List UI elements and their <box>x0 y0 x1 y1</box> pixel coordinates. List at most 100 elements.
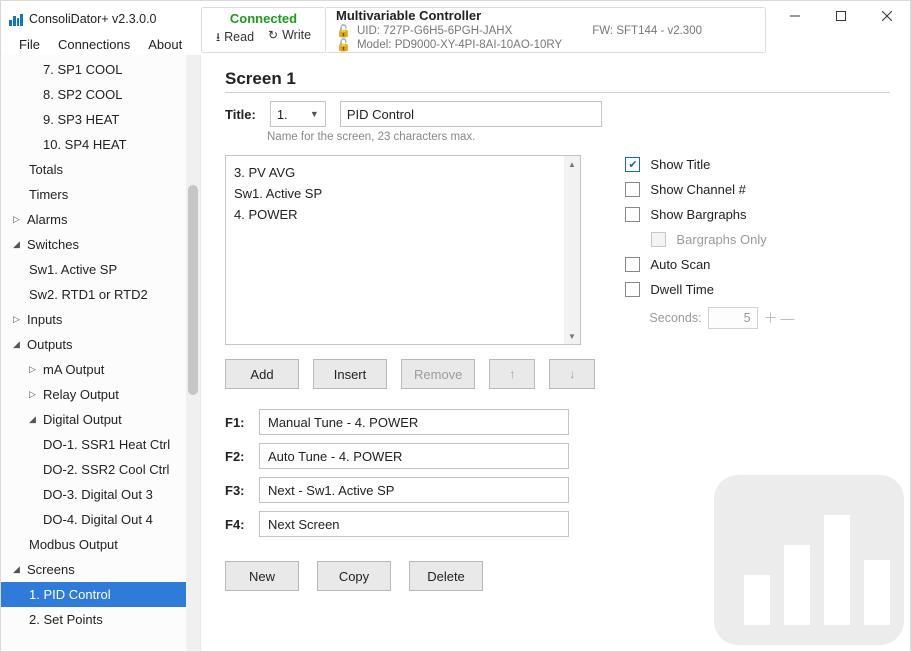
show-title-checkbox[interactable]: ✔ <box>625 157 640 172</box>
tree-item[interactable]: ◢Screens <box>1 557 186 582</box>
background-bars-icon <box>714 475 904 645</box>
tree-item-label: Outputs <box>27 337 73 352</box>
arrow-up-icon: ↑ <box>509 367 515 381</box>
f1-select[interactable]: Manual Tune - 4. POWER <box>259 409 569 435</box>
device-name: Multivariable Controller <box>336 8 755 23</box>
menu-connections[interactable]: Connections <box>50 33 138 56</box>
tree-item[interactable]: 10. SP4 HEAT <box>1 132 186 157</box>
chevron-right-icon: ▷ <box>29 364 39 375</box>
tree-item-label: DO-1. SSR1 Heat Ctrl <box>43 437 170 452</box>
navigation-tree[interactable]: 7. SP1 COOL8. SP2 COOL9. SP3 HEAT 10. SP4… <box>1 55 201 651</box>
tree-item-label: Modbus Output <box>29 537 118 552</box>
copy-button[interactable]: Copy <box>317 561 391 591</box>
list-scrollbar[interactable]: ▲ ▼ <box>564 156 580 344</box>
scroll-up-icon[interactable]: ▲ <box>564 156 580 172</box>
tree-item[interactable]: ▷Relay Output <box>1 382 186 407</box>
show-bargraphs-checkbox[interactable] <box>625 207 640 222</box>
tree-item-label: Relay Output <box>43 387 119 402</box>
screen-name-input[interactable]: PID Control <box>340 101 602 127</box>
menu-about[interactable]: About <box>140 33 190 56</box>
device-uid: 727P-G6H5-6PGH-JAHX <box>383 25 512 37</box>
seconds-plus-icon: ＋ <box>764 310 781 326</box>
content-panel: Screen 1 Title: 1.▼ PID Control Name for… <box>201 55 910 651</box>
insert-button[interactable]: Insert <box>313 359 387 389</box>
download-icon: ⭳ <box>216 30 220 44</box>
tree-item[interactable]: ▷Inputs <box>1 307 186 332</box>
chevron-down-icon: ▼ <box>310 109 319 119</box>
show-channel-checkbox[interactable] <box>625 182 640 197</box>
tree-item[interactable]: 8. SP2 COOL <box>1 82 186 107</box>
tree-item[interactable]: DO-4. Digital Out 4 <box>1 507 186 532</box>
move-up-button[interactable]: ↑ <box>489 359 535 389</box>
tree-item[interactable]: Modbus Output <box>1 532 186 557</box>
tree-item-label: 10. SP4 HEAT <box>43 137 127 152</box>
device-fw: SFT144 - v2.300 <box>616 25 702 37</box>
lock-icon: 🔓 <box>336 24 351 38</box>
f3-label: F3: <box>225 483 259 498</box>
tree-item-label: Sw1. Active SP <box>29 262 117 277</box>
minimize-button[interactable] <box>772 1 818 31</box>
tree-item-label: DO-2. SSR2 Cool Ctrl <box>43 462 169 477</box>
tree-item-label: Digital Output <box>43 412 122 427</box>
tree-item[interactable]: 2. Set Points <box>1 607 186 632</box>
f4-select[interactable]: Next Screen <box>259 511 569 537</box>
arrow-down-icon: ↓ <box>569 367 575 381</box>
seconds-label: Seconds: <box>649 311 701 325</box>
remove-button[interactable]: Remove <box>401 359 475 389</box>
delete-button[interactable]: Delete <box>409 561 483 591</box>
tree-item[interactable]: DO-2. SSR2 Cool Ctrl <box>1 457 186 482</box>
tree-item[interactable]: DO-3. Digital Out 3 <box>1 482 186 507</box>
tree-item[interactable]: Totals <box>1 157 186 182</box>
dwell-time-checkbox[interactable] <box>625 282 640 297</box>
section-heading: Screen 1 <box>225 69 890 93</box>
chevron-down-icon: ◢ <box>29 414 39 425</box>
tree-item[interactable]: ▷Alarms <box>1 207 186 232</box>
tree-item[interactable]: ◢ Outputs <box>1 332 186 357</box>
screen-number-select[interactable]: 1.▼ <box>270 101 326 127</box>
tree-item[interactable]: Timers <box>1 182 186 207</box>
close-button[interactable] <box>864 1 910 31</box>
move-down-button[interactable]: ↓ <box>549 359 595 389</box>
tree-item-label: Alarms <box>27 212 67 227</box>
tree-item[interactable]: ▷mA Output <box>1 357 186 382</box>
tree-item[interactable]: DO-1. SSR1 Heat Ctrl <box>1 432 186 457</box>
list-item[interactable]: Sw1. Active SP <box>234 183 572 204</box>
tree-item-label: 2. Set Points <box>29 612 103 627</box>
title-bar: ConsoliDator+ v2.3.0.0 File Connections … <box>1 1 910 55</box>
title-label: Title: <box>225 107 256 122</box>
add-button[interactable]: Add <box>225 359 299 389</box>
tree-item-label: Timers <box>29 187 68 202</box>
f3-select[interactable]: Next - Sw1. Active SP <box>259 477 569 503</box>
screen-items-list[interactable]: 3. PV AVGSw1. Active SP4. POWER ▲ ▼ <box>225 155 581 345</box>
new-button[interactable]: New <box>225 561 299 591</box>
list-item[interactable]: 3. PV AVG <box>234 162 572 183</box>
tree-item[interactable]: 7. SP1 COOL <box>1 57 186 82</box>
menu-file[interactable]: File <box>11 33 48 56</box>
tree-item[interactable]: ◢ Digital Output <box>1 407 186 432</box>
chevron-right-icon: ▷ <box>13 314 23 325</box>
title-left: ConsoliDator+ v2.3.0.0 <box>1 1 201 31</box>
tree-item-label: DO-3. Digital Out 3 <box>43 487 153 502</box>
tree-scrollbar[interactable] <box>186 55 200 651</box>
maximize-button[interactable] <box>818 1 864 31</box>
scroll-down-icon[interactable]: ▼ <box>564 328 580 344</box>
chevron-down-icon: ◢ <box>13 564 23 575</box>
list-item[interactable]: 4. POWER <box>234 204 572 225</box>
tree-item-label: Switches <box>27 237 79 252</box>
device-model: PD9000-XY-4PI-8AI-10AO-10RY <box>395 39 562 51</box>
auto-scan-checkbox[interactable] <box>625 257 640 272</box>
app-window: ConsoliDator+ v2.3.0.0 File Connections … <box>0 0 911 652</box>
tree-item[interactable]: 1. PID Control <box>1 582 186 607</box>
f4-label: F4: <box>225 517 259 532</box>
tree-item[interactable]: Sw2. RTD1 or RTD2 <box>1 282 186 307</box>
f2-select[interactable]: Auto Tune - 4. POWER <box>259 443 569 469</box>
tree-item[interactable]: Sw1. Active SP <box>1 257 186 282</box>
chevron-down-icon: ◢ <box>13 339 23 350</box>
main-area: 7. SP1 COOL8. SP2 COOL9. SP3 HEAT 10. SP4… <box>1 55 910 651</box>
seconds-input: 5 <box>708 307 758 329</box>
tree-item[interactable]: 9. SP3 HEAT <box>1 107 186 132</box>
tree-item[interactable]: ◢Switches <box>1 232 186 257</box>
write-button[interactable]: ↻Write <box>268 28 311 49</box>
read-button[interactable]: ⭳Read <box>216 28 254 49</box>
tree-item-label: 1. PID Control <box>29 587 111 602</box>
